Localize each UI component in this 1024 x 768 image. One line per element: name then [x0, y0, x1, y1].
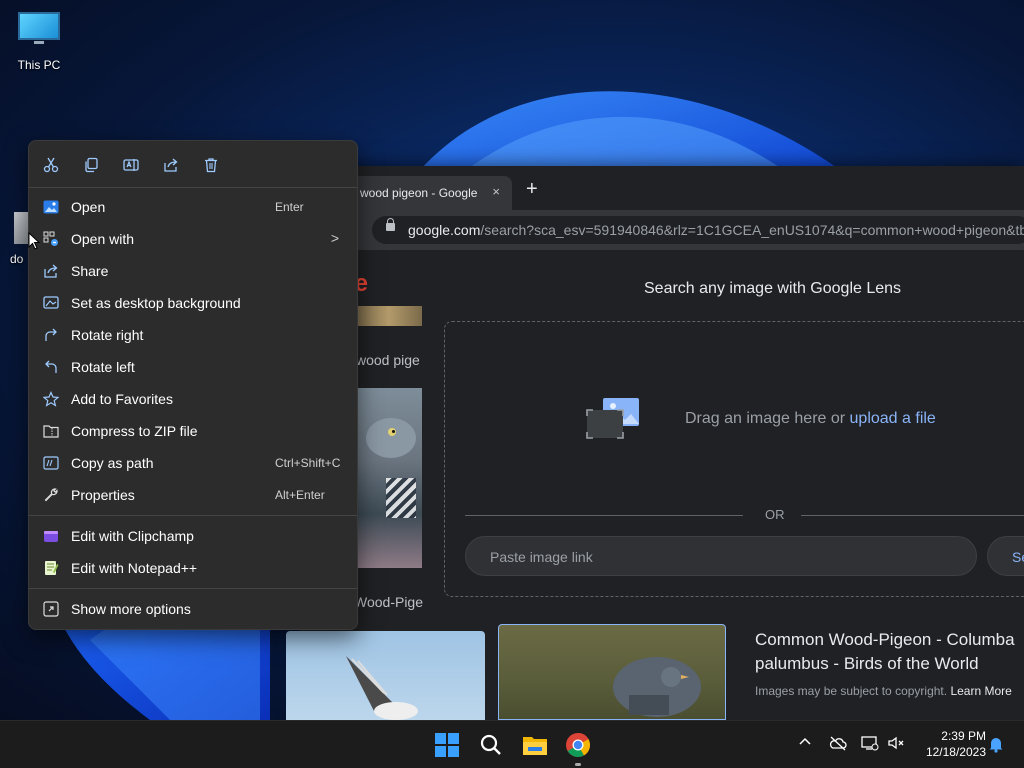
- chrome-taskbar-button[interactable]: [562, 729, 594, 761]
- monitor-icon: [18, 12, 60, 44]
- image-upload-icon: [586, 398, 639, 439]
- tray-overflow-chevron[interactable]: [798, 735, 812, 752]
- lens-search-button[interactable]: Se: [987, 536, 1024, 576]
- context-menu: Open Enter Open with > Share Set as desk…: [28, 140, 358, 630]
- pigeon-thumbnail[interactable]: [356, 388, 422, 568]
- notifications-button[interactable]: [988, 735, 1004, 756]
- windows-logo-icon: [435, 733, 459, 757]
- drag-instruction: Drag an image here or upload a file: [685, 410, 936, 427]
- menu-item-set-desktop-background[interactable]: Set as desktop background: [35, 288, 351, 318]
- menu-item-open-with[interactable]: Open with >: [35, 224, 351, 254]
- url-text: google.com/search?sca_esv=591940846&rlz=…: [408, 222, 1024, 238]
- menu-separator: [29, 515, 357, 516]
- new-tab-button[interactable]: +: [526, 179, 538, 199]
- network-icon: [861, 736, 879, 751]
- menu-item-show-more-options[interactable]: Show more options: [35, 594, 351, 624]
- clipchamp-icon: [44, 531, 58, 542]
- share-button[interactable]: [155, 151, 187, 179]
- clock-time: 2:39 PM: [941, 729, 986, 743]
- menu-item-compress-to-zip[interactable]: Compress to ZIP file: [35, 416, 351, 446]
- zip-folder-icon: [43, 425, 59, 438]
- rotate-right-icon: [45, 328, 57, 341]
- share-icon: [44, 264, 58, 278]
- delete-button[interactable]: [195, 151, 227, 179]
- bird-flying-image: [346, 656, 418, 720]
- chevron-up-icon: [799, 737, 811, 745]
- divider: [465, 515, 743, 516]
- onedrive-status[interactable]: [828, 735, 848, 754]
- learn-more-link[interactable]: Learn More: [950, 684, 1011, 698]
- rename-icon: [123, 159, 139, 171]
- menu-item-copy-as-path[interactable]: Copy as path Ctrl+Shift+C: [35, 448, 351, 478]
- start-button[interactable]: [431, 729, 463, 761]
- menu-item-rotate-left[interactable]: Rotate left: [35, 352, 351, 382]
- notepadpp-icon: [45, 561, 59, 575]
- tab-bar: wood pigeon - Google × +: [300, 166, 1024, 210]
- search-icon: [480, 734, 501, 755]
- result-image-bird-flying[interactable]: [286, 631, 485, 720]
- rename-button[interactable]: [115, 151, 147, 179]
- menu-separator: [29, 187, 357, 188]
- copy-path-icon: [43, 456, 59, 470]
- speaker-muted-icon: [888, 736, 904, 750]
- or-label: OR: [765, 507, 785, 522]
- menu-item-edit-with-clipchamp[interactable]: Edit with Clipchamp: [35, 521, 351, 551]
- lock-icon[interactable]: [386, 218, 395, 231]
- result-title[interactable]: Common Wood-Pigeon - Columba palumbus - …: [755, 628, 1024, 676]
- menu-item-properties[interactable]: Properties Alt+Enter: [35, 480, 351, 510]
- copyright-note: Images may be subject to copyright. Lear…: [755, 684, 1012, 698]
- running-indicator: [575, 763, 581, 766]
- menu-item-add-to-favorites[interactable]: Add to Favorites: [35, 384, 351, 414]
- toolbar: google.com/search?sca_esv=591940846&rlz=…: [300, 210, 1024, 250]
- network-status[interactable]: [860, 735, 880, 754]
- tab-close-icon[interactable]: ×: [492, 184, 500, 199]
- menu-separator: [29, 588, 357, 589]
- image-drop-zone[interactable]: Drag an image here or upload a file OR P…: [444, 321, 1024, 597]
- open-with-icon: [43, 231, 58, 246]
- address-bar[interactable]: google.com/search?sca_esv=591940846&rlz=…: [372, 216, 1024, 244]
- file-explorer-button[interactable]: [519, 729, 551, 761]
- cut-button[interactable]: [35, 151, 67, 179]
- rotate-left-icon: [45, 360, 57, 373]
- pigeon-grass-image: [613, 657, 701, 717]
- trash-icon: [205, 158, 217, 173]
- wrench-icon: [44, 488, 58, 502]
- paste-image-link-input[interactable]: Paste image link: [465, 536, 977, 576]
- desktop-icon-label: This PC: [17, 58, 61, 72]
- scissors-icon: [43, 157, 59, 173]
- cloud-off-icon: [829, 736, 847, 751]
- lens-title: Search any image with Google Lens: [644, 280, 902, 297]
- desktop-icon-this-pc[interactable]: This PC: [14, 12, 64, 72]
- star-icon: [43, 391, 59, 407]
- copy-icon: [85, 157, 98, 173]
- browser-tab[interactable]: wood pigeon - Google ×: [340, 176, 512, 210]
- menu-item-open[interactable]: Open Enter: [35, 192, 351, 222]
- show-more-options-icon: [43, 601, 59, 617]
- clock-date: 12/18/2023: [925, 745, 986, 759]
- mouse-cursor-icon: [28, 232, 40, 250]
- result-image-pigeon-grass[interactable]: [498, 624, 726, 720]
- menu-item-share[interactable]: Share: [35, 256, 351, 286]
- menu-item-rotate-right[interactable]: Rotate right: [35, 320, 351, 350]
- volume-status[interactable]: [887, 735, 907, 754]
- photos-app-icon: [43, 200, 59, 214]
- menu-item-edit-with-notepadpp[interactable]: Edit with Notepad++: [35, 553, 351, 583]
- result-snippet[interactable]: Wood-Pige: [354, 594, 423, 610]
- clock[interactable]: 2:39 PM 12/18/2023: [914, 728, 986, 760]
- copy-button[interactable]: [75, 151, 107, 179]
- desktop-background-icon: [43, 296, 59, 309]
- tab-title: wood pigeon - Google: [360, 186, 478, 200]
- chrome-icon: [566, 733, 591, 758]
- result-thumbnail[interactable]: [356, 306, 422, 326]
- bell-icon: [989, 738, 1003, 753]
- taskbar: 2:39 PM 12/18/2023: [0, 720, 1024, 768]
- result-snippet[interactable]: wood pige: [356, 352, 420, 368]
- share-icon: [164, 158, 178, 172]
- search-button[interactable]: [475, 729, 507, 761]
- folder-icon: [523, 737, 547, 755]
- upload-file-link[interactable]: upload a file: [850, 410, 936, 427]
- divider: [801, 515, 1024, 516]
- submenu-chevron-icon: >: [330, 230, 339, 246]
